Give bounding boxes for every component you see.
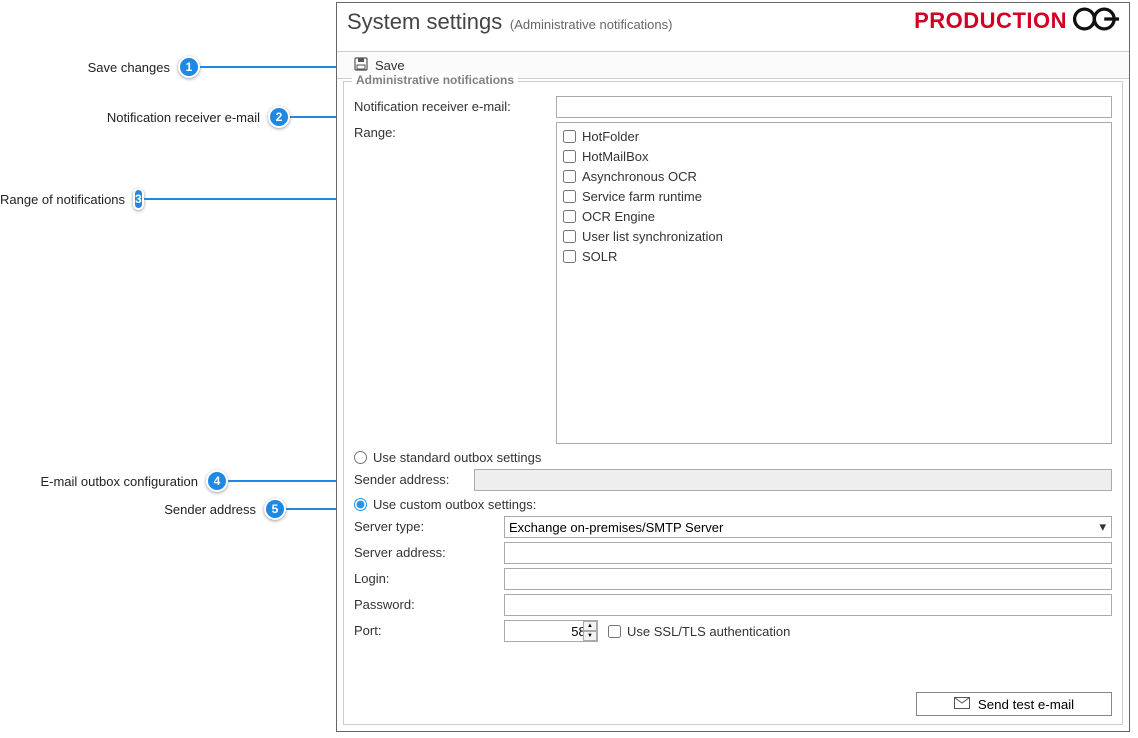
callout-3-badge: 3 xyxy=(133,188,144,210)
sender-label: Sender address: xyxy=(354,469,474,487)
callout-3: Range of notifications 3 xyxy=(0,188,336,210)
range-item-label: Service farm runtime xyxy=(582,189,702,204)
range-checkbox[interactable] xyxy=(563,230,576,243)
port-row: Port: ▲ ▼ Use SSL/TLS authentication xyxy=(354,620,1112,642)
range-checkbox[interactable] xyxy=(563,170,576,183)
range-item[interactable]: SOLR xyxy=(563,247,1105,265)
port-label: Port: xyxy=(354,620,504,638)
outbox-standard-label: Use standard outbox settings xyxy=(373,450,541,465)
send-test-email-label: Send test e-mail xyxy=(978,697,1074,712)
range-checkbox[interactable] xyxy=(563,250,576,263)
port-down-button[interactable]: ▼ xyxy=(583,631,597,641)
login-row: Login: xyxy=(354,568,1112,590)
callout-2: Notification receiver e-mail 2 xyxy=(0,106,336,128)
callout-4: E-mail outbox configuration 4 xyxy=(0,470,336,492)
receiver-label: Notification receiver e-mail: xyxy=(354,96,556,114)
server-address-input[interactable] xyxy=(504,542,1112,564)
brand: PRODUCTION xyxy=(914,5,1121,36)
callout-4-badge: 4 xyxy=(206,470,228,492)
ssl-label: Use SSL/TLS authentication xyxy=(627,624,790,639)
ssl-checkbox-row[interactable]: Use SSL/TLS authentication xyxy=(608,624,790,639)
range-item-label: Asynchronous OCR xyxy=(582,169,697,184)
callout-3-label: Range of notifications xyxy=(0,192,125,207)
password-input[interactable] xyxy=(504,594,1112,616)
receiver-row: Notification receiver e-mail: xyxy=(354,96,1112,118)
page-subtitle: (Administrative notifications) xyxy=(510,17,673,32)
range-checkbox[interactable] xyxy=(563,150,576,163)
range-item[interactable]: OCR Engine xyxy=(563,207,1105,225)
range-item[interactable]: User list synchronization xyxy=(563,227,1105,245)
login-label: Login: xyxy=(354,568,504,586)
callout-5-label: Sender address xyxy=(0,502,256,517)
ssl-checkbox[interactable] xyxy=(608,625,621,638)
range-item[interactable]: Service farm runtime xyxy=(563,187,1105,205)
callout-1: Save changes 1 xyxy=(0,56,336,78)
password-row: Password: xyxy=(354,594,1112,616)
mail-icon xyxy=(954,697,970,712)
range-checkbox[interactable] xyxy=(563,190,576,203)
brand-logo-icon xyxy=(1071,5,1121,36)
login-input[interactable] xyxy=(504,568,1112,590)
outbox-custom-label: Use custom outbox settings: xyxy=(373,497,536,512)
save-icon xyxy=(353,56,369,75)
sender-address-input xyxy=(474,469,1112,491)
callout-2-badge: 2 xyxy=(268,106,290,128)
range-row: Range: HotFolder HotMailBox Asynchronous… xyxy=(354,122,1112,444)
range-item[interactable]: Asynchronous OCR xyxy=(563,167,1105,185)
page-title: System settings xyxy=(347,9,502,35)
outbox-standard-radio[interactable] xyxy=(354,451,367,464)
callout-1-label: Save changes xyxy=(0,60,170,75)
callout-2-label: Notification receiver e-mail xyxy=(0,110,260,125)
range-label: Range: xyxy=(354,122,556,140)
window-header: System settings (Administrative notifica… xyxy=(337,3,1129,51)
outbox-standard-radio-row[interactable]: Use standard outbox settings xyxy=(354,450,1112,465)
range-checkbox[interactable] xyxy=(563,130,576,143)
server-address-row: Server address: xyxy=(354,542,1112,564)
port-spinner[interactable]: ▲ ▼ xyxy=(583,621,597,641)
group-legend: Administrative notifications xyxy=(352,73,518,87)
callout-5-badge: 5 xyxy=(264,498,286,520)
server-address-label: Server address: xyxy=(354,542,504,560)
callout-5: Sender address 5 xyxy=(0,498,336,520)
range-item[interactable]: HotMailBox xyxy=(563,147,1105,165)
range-checkbox[interactable] xyxy=(563,210,576,223)
range-listbox[interactable]: HotFolder HotMailBox Asynchronous OCR Se… xyxy=(556,122,1112,444)
save-button-label: Save xyxy=(375,58,405,73)
range-item[interactable]: HotFolder xyxy=(563,127,1105,145)
settings-window: System settings (Administrative notifica… xyxy=(336,2,1130,732)
receiver-email-input[interactable] xyxy=(556,96,1112,118)
range-item-label: HotMailBox xyxy=(582,149,648,164)
password-label: Password: xyxy=(354,594,504,612)
brand-text: PRODUCTION xyxy=(914,8,1067,34)
range-item-label: HotFolder xyxy=(582,129,639,144)
server-type-label: Server type: xyxy=(354,516,504,534)
range-item-label: OCR Engine xyxy=(582,209,655,224)
server-type-select[interactable] xyxy=(504,516,1112,538)
range-item-label: SOLR xyxy=(582,249,617,264)
server-type-row: Server type: ▾ xyxy=(354,516,1112,538)
outbox-custom-radio-row[interactable]: Use custom outbox settings: xyxy=(354,497,1112,512)
range-item-label: User list synchronization xyxy=(582,229,723,244)
port-up-button[interactable]: ▲ xyxy=(583,621,597,631)
callout-4-label: E-mail outbox configuration xyxy=(0,474,198,489)
send-test-email-button[interactable]: Send test e-mail xyxy=(916,692,1112,716)
admin-notifications-group: Administrative notifications Notificatio… xyxy=(343,81,1123,725)
outbox-custom-radio[interactable] xyxy=(354,498,367,511)
sender-row: Sender address: xyxy=(354,469,1112,491)
callout-1-badge: 1 xyxy=(178,56,200,78)
